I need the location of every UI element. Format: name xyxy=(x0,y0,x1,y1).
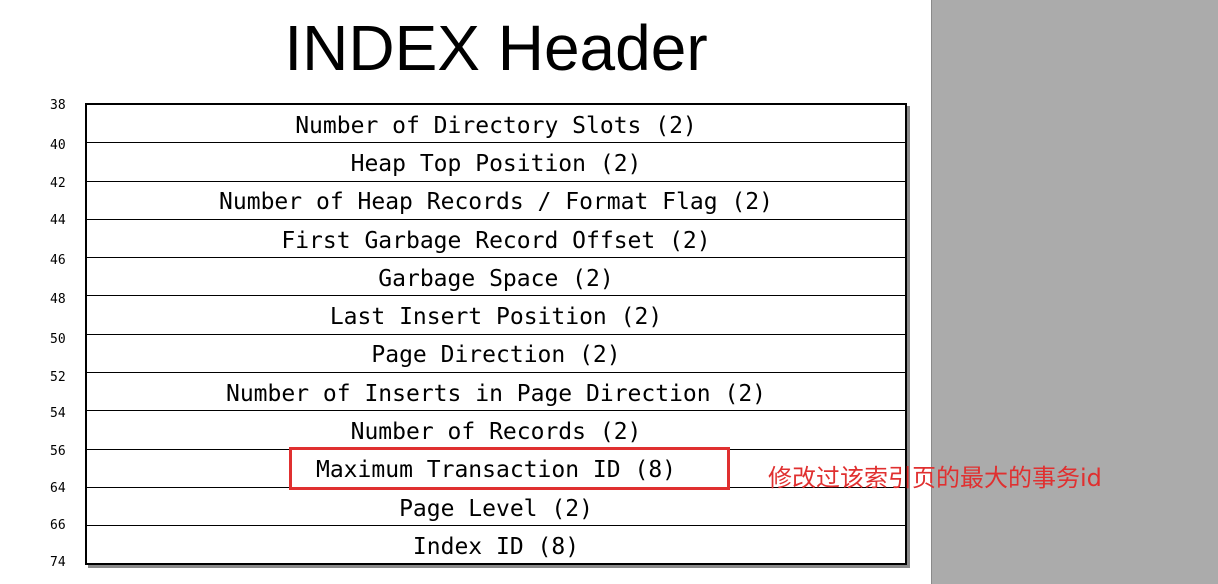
offset-label: 56 xyxy=(50,444,66,459)
offset-column: 38 40 42 44 46 48 50 52 54 56 64 66 74 xyxy=(0,0,86,584)
field-last-insert: Last Insert Position (2) xyxy=(87,296,905,335)
offset-label: 38 xyxy=(50,98,66,113)
offset-label: 52 xyxy=(50,370,66,385)
offset-label: 66 xyxy=(50,518,66,533)
diagram-title: INDEX Header xyxy=(284,12,708,84)
field-first-garbage: First Garbage Record Offset (2) xyxy=(87,220,905,259)
offset-label: 74 xyxy=(50,555,66,570)
offset-label: 44 xyxy=(50,213,66,228)
field-directory-slots: Number of Directory Slots (2) xyxy=(87,105,905,144)
offset-label: 42 xyxy=(50,176,66,191)
offset-label: 64 xyxy=(50,481,66,496)
annotation-text: 修改过该索引页的最大的事务id xyxy=(768,464,1102,492)
field-garbage-space: Garbage Space (2) xyxy=(87,258,905,297)
field-inserts-direction: Number of Inserts in Page Direction (2) xyxy=(87,373,905,412)
field-heap-top: Heap Top Position (2) xyxy=(87,143,905,182)
field-index-id: Index ID (8) xyxy=(412,534,580,561)
field-number-records: Number of Records (2) xyxy=(87,411,905,450)
offset-label: 54 xyxy=(50,406,66,421)
header-field-table: Number of Directory Slots (2) Heap Top P… xyxy=(85,103,907,565)
diagram-canvas: INDEX Header 38 40 42 44 46 48 50 52 54 … xyxy=(0,0,932,584)
field-heap-records: Number of Heap Records / Format Flag (2) xyxy=(87,182,905,220)
highlight-box xyxy=(289,447,730,490)
offset-label: 50 xyxy=(50,332,66,347)
offset-label: 48 xyxy=(50,292,66,307)
offset-label: 40 xyxy=(50,138,66,153)
field-page-direction: Page Direction (2) xyxy=(87,335,905,374)
field-page-level: Page Level (2) xyxy=(87,488,905,527)
offset-label: 46 xyxy=(50,253,66,268)
